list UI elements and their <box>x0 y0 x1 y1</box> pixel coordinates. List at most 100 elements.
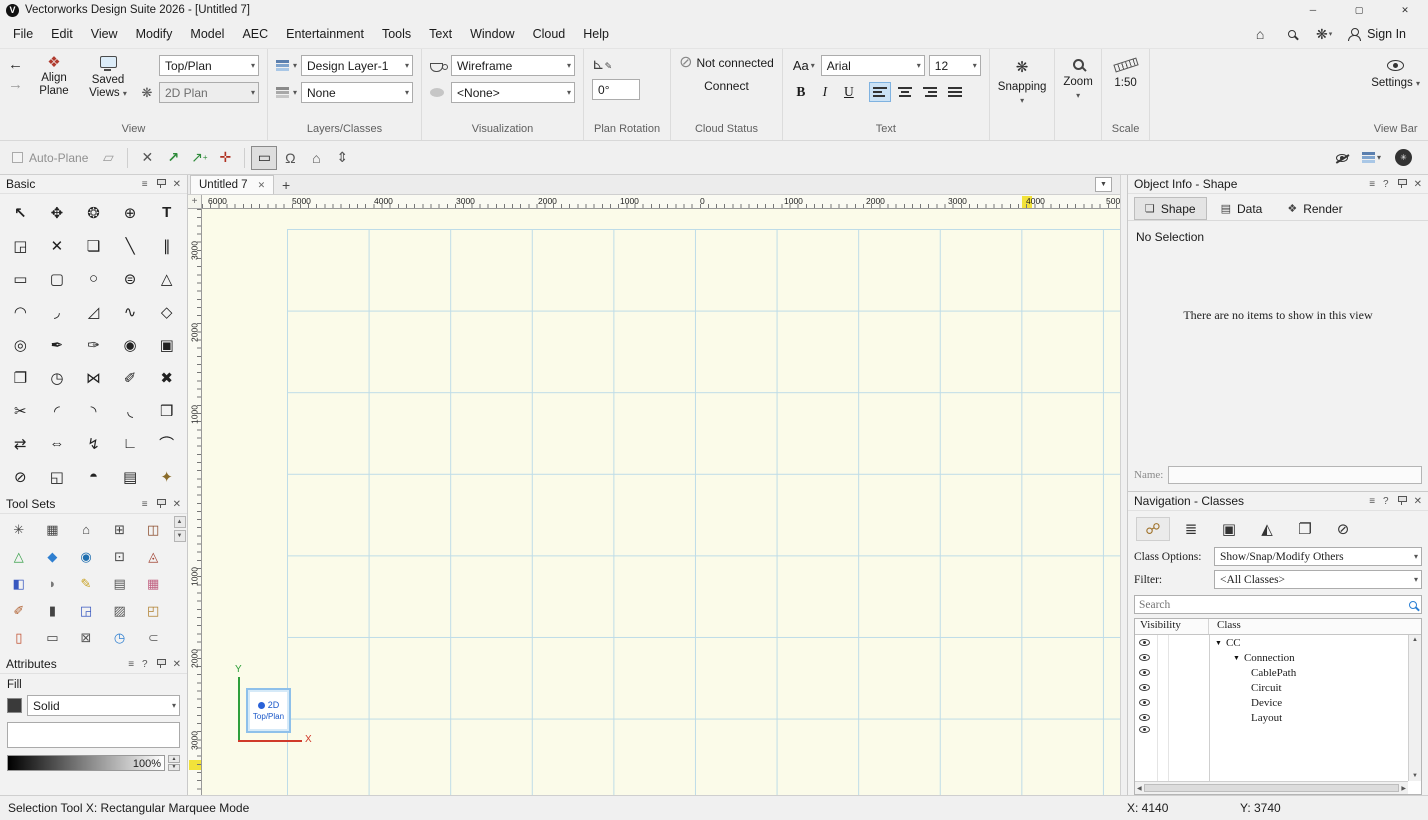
sheet-layers-tab-icon[interactable]: ▣ <box>1212 517 1246 541</box>
scroll-down-button[interactable]: ▼ <box>174 530 186 542</box>
circle-slash-tool[interactable]: ⊘ <box>2 460 39 493</box>
fill-color-swatch[interactable] <box>7 698 22 713</box>
toolset-tool-25[interactable]: ⊂ <box>136 624 170 651</box>
new-tab-button[interactable]: + <box>274 175 298 194</box>
sign-in-button[interactable]: Sign In <box>1341 27 1412 41</box>
settings-button[interactable]: ❋▾ <box>1309 22 1339 46</box>
render-mode-dropdown[interactable]: Wireframe▾ <box>451 55 575 76</box>
user-badge-icon[interactable]: ✳ <box>1395 149 1412 166</box>
menu-view[interactable]: View <box>82 22 127 46</box>
scrollbar-thumb[interactable] <box>1144 784 1400 792</box>
previous-view-button[interactable]: ← <box>8 58 23 72</box>
select-similar-tool[interactable]: ❏ <box>75 229 112 262</box>
rounded-rectangle-tool[interactable]: ▢ <box>39 262 76 295</box>
panel-resize-gutter[interactable] <box>1120 175 1127 795</box>
align-plane-button[interactable]: ❖ Align Plane <box>31 55 77 98</box>
toolset-tool-16[interactable]: ✐ <box>2 597 36 624</box>
mirror-tool[interactable]: ⋈ <box>75 361 112 394</box>
visibility-eye-icon[interactable] <box>1139 654 1150 661</box>
class-options-dropdown[interactable]: Show/Snap/Modify Others▾ <box>1214 547 1422 566</box>
class-tree-row[interactable]: ▼Connection <box>1135 650 1408 665</box>
view-bar-settings-button[interactable]: Settings ▾ <box>1371 55 1420 89</box>
close-icon[interactable]: ✕ <box>173 499 181 510</box>
help-icon[interactable]: ? <box>142 659 148 670</box>
lasso-marquee-mode-icon[interactable]: Ω <box>277 146 303 170</box>
offset-tool[interactable]: ❐ <box>2 361 39 394</box>
opacity-slider[interactable]: 100% <box>7 755 165 771</box>
background-render-dropdown[interactable]: <None>▾ <box>451 82 575 103</box>
split-tool[interactable]: ↯ <box>75 427 112 460</box>
corner-tool[interactable]: ∟ <box>112 427 149 460</box>
x-mark-tool[interactable]: ✕ <box>39 229 76 262</box>
document-tab[interactable]: Untitled 7 ✕ <box>190 175 274 194</box>
name-field-input[interactable] <box>1168 466 1422 484</box>
tab-render[interactable]: ❖Render <box>1276 197 1353 220</box>
align-left-button[interactable] <box>869 82 891 102</box>
class-tree-row[interactable]: Device <box>1135 695 1408 710</box>
circle-tool[interactable]: ○ <box>75 262 112 295</box>
toolset-tool-15[interactable]: ▦ <box>136 570 170 597</box>
attribute-mapping-tool[interactable]: ✑ <box>75 328 112 361</box>
font-dropdown[interactable]: Arial▾ <box>821 55 925 76</box>
expander-icon[interactable]: ▼ <box>1215 639 1222 647</box>
text-style-button[interactable]: Aa▾ <box>791 58 817 73</box>
menu-aec[interactable]: AEC <box>233 22 277 46</box>
paintbrush-tool[interactable]: ✐ <box>112 361 149 394</box>
plane-indicator-icon-icon[interactable]: ▱ <box>95 146 121 170</box>
reshape-tool[interactable]: ⇄ <box>2 427 39 460</box>
zoom-button[interactable]: Zoom ▾ <box>1063 55 1092 100</box>
toolset-tool-7[interactable]: ◆ <box>36 543 70 570</box>
scroll-up-icon[interactable]: ▲ <box>1412 637 1418 643</box>
toolset-tool-11[interactable]: ◧ <box>2 570 36 597</box>
polygon-marquee-mode-icon[interactable]: ⌂ <box>303 146 329 170</box>
menu-edit[interactable]: Edit <box>42 22 82 46</box>
menu-help[interactable]: Help <box>574 22 618 46</box>
dimension-tool[interactable]: ⇔ <box>39 427 76 460</box>
quarter-arc-tool[interactable]: ◞ <box>39 295 76 328</box>
toolset-tool-8[interactable]: ◉ <box>69 543 103 570</box>
scissors-tool[interactable]: ✂ <box>2 394 39 427</box>
scroll-down-icon[interactable]: ▼ <box>1412 773 1418 779</box>
toolset-tool-5[interactable]: ◫ <box>136 516 170 543</box>
help-icon[interactable]: ? <box>1383 179 1389 190</box>
layer-dropdown[interactable]: Design Layer-1▾ <box>301 55 413 76</box>
column-header-visibility[interactable]: Visibility <box>1135 619 1209 634</box>
class-dropdown[interactable]: None▾ <box>301 82 413 103</box>
toolset-tool-2[interactable]: ▦ <box>36 516 70 543</box>
next-view-button[interactable]: → <box>8 78 23 92</box>
pin-icon[interactable] <box>1397 496 1406 506</box>
palette-menu-icon[interactable]: ≡ <box>1369 179 1375 190</box>
visibility-eye-icon[interactable] <box>1139 714 1150 721</box>
align-right-button[interactable] <box>919 82 941 102</box>
view-gear-icon[interactable]: ❋ <box>139 85 155 101</box>
auto-plane-checkbox[interactable] <box>12 152 23 163</box>
close-icon[interactable]: ✕ <box>1414 179 1422 190</box>
render-mode-icon[interactable] <box>430 63 443 72</box>
stepper-up-button[interactable]: ▲ <box>168 755 180 763</box>
toolset-tool-22[interactable]: ▭ <box>36 624 70 651</box>
eraser-tool[interactable]: ❒ <box>148 394 185 427</box>
palette-menu-icon[interactable]: ≡ <box>142 499 148 510</box>
chamfer-tool[interactable]: ◝ <box>75 394 112 427</box>
arc-tool[interactable]: ◠ <box>2 295 39 328</box>
fill-preview-box[interactable] <box>7 722 180 748</box>
trim-tool[interactable]: ✖ <box>148 361 185 394</box>
flyover-tool[interactable]: ❂ <box>75 196 112 229</box>
rectangle-tool[interactable]: ▭ <box>2 262 39 295</box>
horizontal-scrollbar[interactable]: ◀ ▶ <box>1135 781 1408 794</box>
close-button[interactable]: ✕ <box>1382 0 1428 20</box>
classes-tab-icon[interactable]: ☍ <box>1136 517 1170 541</box>
ruler-left[interactable]: 300020001000100020003000 <box>188 209 202 795</box>
clock-tool[interactable]: ◷ <box>39 361 76 394</box>
ruler-top[interactable]: 6000500040003000200010000100020003000400… <box>202 195 1120 209</box>
tab-shape[interactable]: ❏Shape <box>1134 197 1207 220</box>
tab-list-dropdown[interactable]: ▼ <box>1095 177 1112 192</box>
selection-tool[interactable]: ↖ <box>2 196 39 229</box>
underline-button[interactable]: U <box>839 82 859 102</box>
menu-text[interactable]: Text <box>420 22 461 46</box>
locus-tool[interactable]: ◱ <box>39 460 76 493</box>
saved-views-button[interactable]: Saved Views ▾ <box>85 55 131 100</box>
plumb-mode-icon[interactable]: ✛ <box>212 146 238 170</box>
class-tree-row[interactable] <box>1135 725 1408 734</box>
snapping-button[interactable]: ❋ Snapping ▾ <box>998 55 1047 105</box>
